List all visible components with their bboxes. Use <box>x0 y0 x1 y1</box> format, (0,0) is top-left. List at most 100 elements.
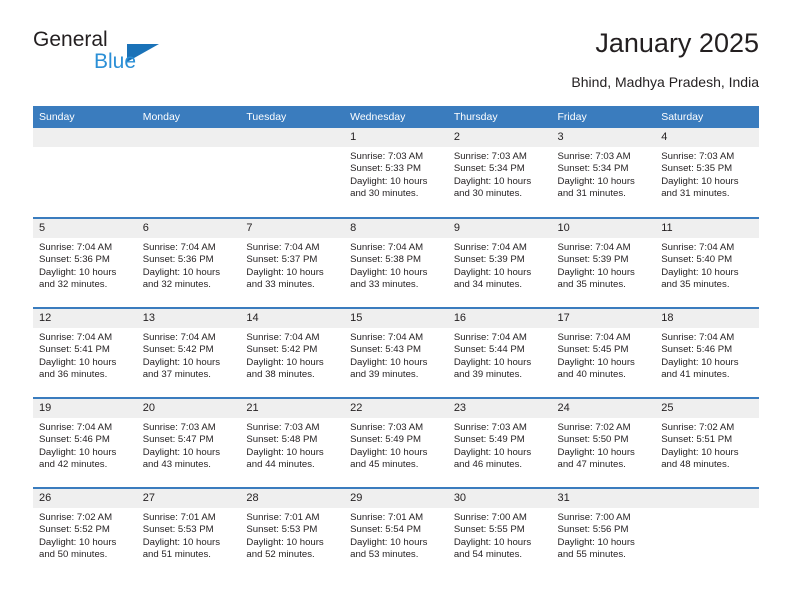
weekday-header-saturday: Saturday <box>655 106 759 128</box>
day-number: 16 <box>447 309 552 328</box>
sunset-text: Sunset: 5:49 PM <box>453 434 525 446</box>
sunrise-text: Sunrise: 7:04 AM <box>39 332 113 343</box>
calendar-day-cell[interactable]: 20 Sunrise: 7:03 AM Sunset: 5:47 PM Dayligh… <box>136 399 241 487</box>
day-number: 31 <box>551 489 656 508</box>
day-number: 4 <box>655 128 759 147</box>
sunset-text: Sunset: 5:36 PM <box>142 254 214 266</box>
day-number <box>136 128 241 147</box>
day-sun-info: Sunrise: 7:04 AM Sunset: 5:36 PM Daylight:… <box>33 238 137 292</box>
daylight-text: Daylight: 10 hours and 52 minutes. <box>246 536 324 561</box>
calendar-day-cell[interactable]: 15 Sunrise: 7:04 AM Sunset: 5:43 PM Dayligh… <box>344 309 448 397</box>
calendar-day-cell[interactable]: 21 Sunrise: 7:03 AM Sunset: 5:48 PM Dayligh… <box>240 399 345 487</box>
day-sun-info: Sunrise: 7:04 AM Sunset: 5:42 PM Daylight:… <box>137 328 241 382</box>
daylight-text: Daylight: 10 hours and 43 minutes. <box>142 446 221 471</box>
daylight-text: Daylight: 10 hours and 53 minutes. <box>350 536 428 561</box>
sunset-text: Sunset: 5:37 PM <box>246 254 318 266</box>
sunset-text: Sunset: 5:35 PM <box>661 163 733 175</box>
calendar-day-cell[interactable]: 17 Sunrise: 7:04 AM Sunset: 5:45 PM Dayligh… <box>551 309 656 397</box>
generalblue-logo[interactable]: General Blue <box>33 28 233 84</box>
day-sun-info: Sunrise: 7:04 AM Sunset: 5:40 PM Daylight:… <box>655 238 759 292</box>
calendar-day-cell[interactable]: 28 Sunrise: 7:01 AM Sunset: 5:53 PM Dayligh… <box>240 489 345 577</box>
calendar-day-cell[interactable]: 19 Sunrise: 7:04 AM Sunset: 5:46 PM Dayligh… <box>33 399 137 487</box>
day-sun-info: Sunrise: 7:04 AM Sunset: 5:41 PM Daylight:… <box>33 328 137 382</box>
calendar-day-cell[interactable]: 4 Sunrise: 7:03 AM Sunset: 5:35 PM Daylight… <box>655 128 759 216</box>
sunrise-text: Sunrise: 7:03 AM <box>246 422 320 433</box>
sunset-text: Sunset: 5:56 PM <box>557 524 629 536</box>
calendar-day-cell[interactable]: 30 Sunrise: 7:00 AM Sunset: 5:55 PM Dayligh… <box>447 489 552 577</box>
calendar-day-cell[interactable]: 9 Sunrise: 7:04 AM Sunset: 5:39 PM Daylight… <box>447 219 552 307</box>
calendar-day-cell[interactable]: 7 Sunrise: 7:04 AM Sunset: 5:37 PM Daylight… <box>240 219 345 307</box>
calendar-day-cell[interactable]: 1 Sunrise: 7:03 AM Sunset: 5:33 PM Daylight… <box>344 128 448 216</box>
day-sun-info: Sunrise: 7:02 AM Sunset: 5:51 PM Daylight:… <box>655 418 759 472</box>
calendar-day-cell[interactable]: 13 Sunrise: 7:04 AM Sunset: 5:42 PM Dayligh… <box>136 309 241 397</box>
day-number: 1 <box>344 128 448 147</box>
calendar-day-cell[interactable]: 31 Sunrise: 7:00 AM Sunset: 5:56 PM Dayligh… <box>551 489 656 577</box>
day-number: 7 <box>240 219 345 238</box>
day-sun-info: Sunrise: 7:04 AM Sunset: 5:46 PM Daylight:… <box>33 418 137 472</box>
day-number: 27 <box>136 489 241 508</box>
page-subtitle: Bhind, Madhya Pradesh, India <box>571 74 759 90</box>
sunset-text: Sunset: 5:39 PM <box>453 254 525 266</box>
calendar-day-cell[interactable]: 5 Sunrise: 7:04 AM Sunset: 5:36 PM Daylight… <box>33 219 137 307</box>
weekday-header-wednesday: Wednesday <box>344 106 448 128</box>
day-number: 26 <box>33 489 137 508</box>
day-number <box>33 128 137 147</box>
weekday-header-friday: Friday <box>551 106 656 128</box>
day-number: 23 <box>447 399 552 418</box>
day-number: 12 <box>33 309 137 328</box>
calendar-day-cell[interactable]: 25 Sunrise: 7:02 AM Sunset: 5:51 PM Dayligh… <box>655 399 759 487</box>
page-header: General Blue January 2025 Bhind, Madhya … <box>33 28 759 100</box>
daylight-text: Daylight: 10 hours and 42 minutes. <box>39 446 117 471</box>
day-number: 21 <box>240 399 345 418</box>
calendar-day-cell[interactable]: 10 Sunrise: 7:04 AM Sunset: 5:39 PM Dayligh… <box>551 219 656 307</box>
day-number: 10 <box>551 219 656 238</box>
calendar-day-cell[interactable]: 22 Sunrise: 7:03 AM Sunset: 5:49 PM Dayligh… <box>344 399 448 487</box>
calendar-day-cell[interactable]: 16 Sunrise: 7:04 AM Sunset: 5:44 PM Dayligh… <box>447 309 552 397</box>
calendar-day-cell[interactable]: 26 Sunrise: 7:02 AM Sunset: 5:52 PM Dayligh… <box>33 489 137 577</box>
calendar-day-cell[interactable]: 23 Sunrise: 7:03 AM Sunset: 5:49 PM Dayligh… <box>447 399 552 487</box>
day-sun-info: Sunrise: 7:01 AM Sunset: 5:53 PM Daylight:… <box>240 508 344 562</box>
daylight-text: Daylight: 10 hours and 45 minutes. <box>350 446 428 471</box>
day-number: 8 <box>344 219 448 238</box>
day-number: 2 <box>447 128 552 147</box>
calendar-cell-empty <box>136 128 241 216</box>
calendar-day-cell[interactable]: 6 Sunrise: 7:04 AM Sunset: 5:36 PM Daylight… <box>136 219 241 307</box>
sunset-text: Sunset: 5:46 PM <box>661 344 733 356</box>
sunrise-text: Sunrise: 7:04 AM <box>39 422 113 433</box>
calendar-day-cell[interactable]: 29 Sunrise: 7:01 AM Sunset: 5:54 PM Dayligh… <box>344 489 448 577</box>
calendar-day-cell[interactable]: 8 Sunrise: 7:04 AM Sunset: 5:38 PM Daylight… <box>344 219 448 307</box>
day-number: 17 <box>551 309 656 328</box>
day-number: 9 <box>447 219 552 238</box>
day-sun-info: Sunrise: 7:02 AM Sunset: 5:52 PM Daylight:… <box>33 508 137 562</box>
sunset-text: Sunset: 5:49 PM <box>350 434 422 446</box>
daylight-text: Daylight: 10 hours and 31 minutes. <box>661 175 739 200</box>
sunrise-text: Sunrise: 7:02 AM <box>661 422 735 433</box>
calendar-day-cell[interactable]: 27 Sunrise: 7:01 AM Sunset: 5:53 PM Dayligh… <box>136 489 241 577</box>
sunrise-text: Sunrise: 7:03 AM <box>142 422 216 433</box>
sunrise-text: Sunrise: 7:00 AM <box>453 512 527 523</box>
calendar-day-cell[interactable]: 12 Sunrise: 7:04 AM Sunset: 5:41 PM Dayligh… <box>33 309 137 397</box>
sunrise-text: Sunrise: 7:04 AM <box>142 332 216 343</box>
daylight-text: Daylight: 10 hours and 44 minutes. <box>246 446 324 471</box>
calendar-day-cell[interactable]: 14 Sunrise: 7:04 AM Sunset: 5:42 PM Dayligh… <box>240 309 345 397</box>
sunrise-text: Sunrise: 7:04 AM <box>557 332 631 343</box>
calendar-day-cell[interactable]: 24 Sunrise: 7:02 AM Sunset: 5:50 PM Dayligh… <box>551 399 656 487</box>
sunrise-text: Sunrise: 7:03 AM <box>661 151 735 162</box>
calendar-day-cell[interactable]: 18 Sunrise: 7:04 AM Sunset: 5:46 PM Dayligh… <box>655 309 759 397</box>
calendar-day-cell[interactable]: 11 Sunrise: 7:04 AM Sunset: 5:40 PM Dayligh… <box>655 219 759 307</box>
sunset-text: Sunset: 5:53 PM <box>142 524 214 536</box>
sunset-text: Sunset: 5:44 PM <box>453 344 525 356</box>
day-number: 6 <box>136 219 241 238</box>
sunset-text: Sunset: 5:39 PM <box>557 254 629 266</box>
calendar-day-cell[interactable]: 2 Sunrise: 7:03 AM Sunset: 5:34 PM Daylight… <box>447 128 552 216</box>
calendar-cell-empty <box>655 489 759 577</box>
sunset-text: Sunset: 5:38 PM <box>350 254 422 266</box>
day-sun-info: Sunrise: 7:03 AM Sunset: 5:34 PM Daylight:… <box>448 147 552 201</box>
sunset-text: Sunset: 5:42 PM <box>246 344 318 356</box>
sunrise-text: Sunrise: 7:04 AM <box>453 332 527 343</box>
sunset-text: Sunset: 5:40 PM <box>661 254 733 266</box>
calendar-day-cell[interactable]: 3 Sunrise: 7:03 AM Sunset: 5:34 PM Daylight… <box>551 128 656 216</box>
sunset-text: Sunset: 5:46 PM <box>39 434 110 446</box>
daylight-text: Daylight: 10 hours and 50 minutes. <box>39 536 117 561</box>
daylight-text: Daylight: 10 hours and 46 minutes. <box>453 446 532 471</box>
